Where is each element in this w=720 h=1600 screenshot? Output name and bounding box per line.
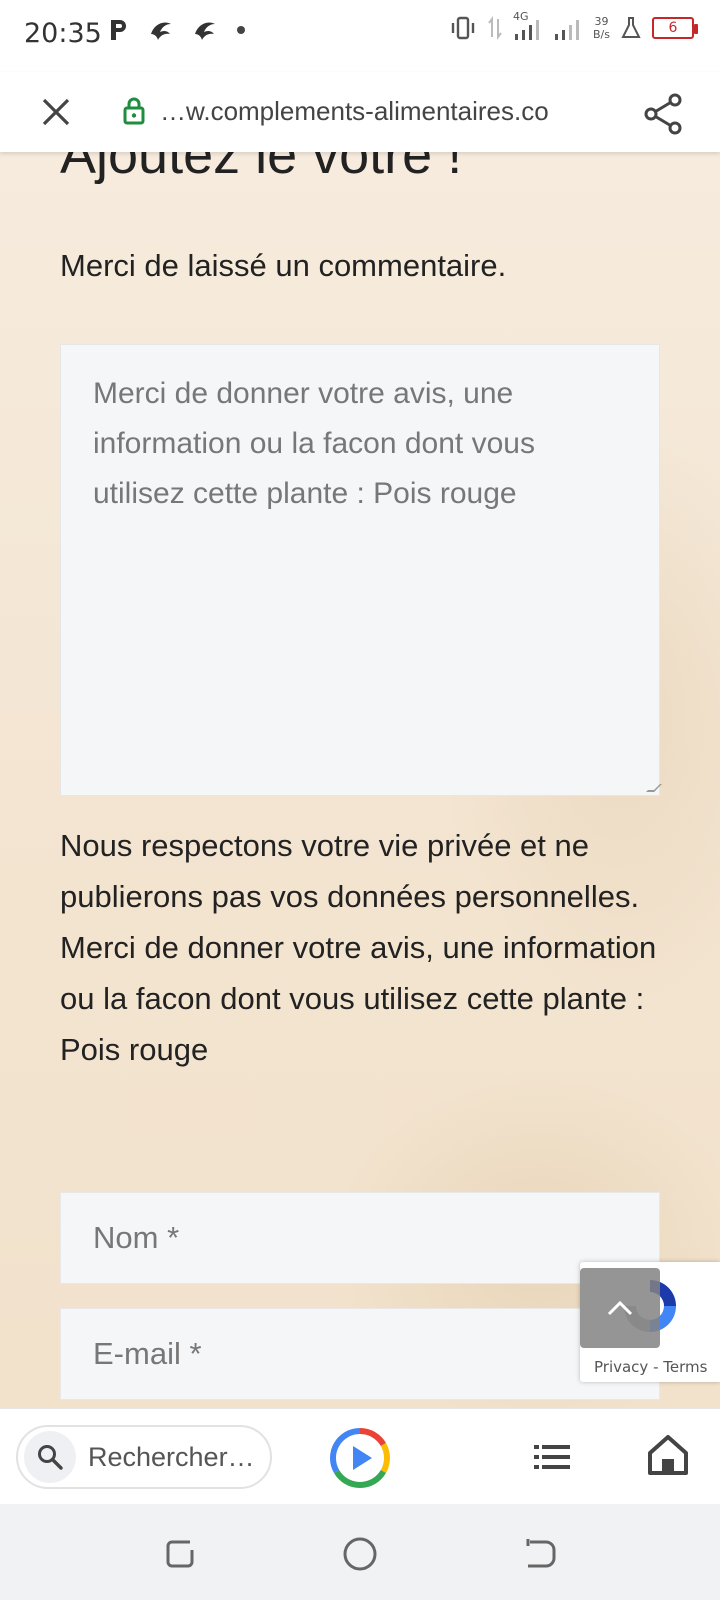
- bird-app-icon-2: [195, 22, 215, 40]
- status-right-icons: 4G 39 B/s 6: [449, 10, 698, 42]
- parking-app-icon: [111, 20, 126, 40]
- name-placeholder: Nom *: [93, 1220, 180, 1255]
- email-placeholder: E-mail *: [93, 1336, 202, 1371]
- network-speed-value: 39: [594, 15, 609, 28]
- recaptcha-terms-link[interactable]: Terms: [663, 1358, 707, 1376]
- search-icon: [38, 1445, 63, 1470]
- url-text[interactable]: …w.complements-alimentaires.co: [160, 96, 549, 127]
- notification-icons: [108, 18, 246, 42]
- lock-icon: [123, 97, 145, 125]
- search-button[interactable]: [24, 1431, 76, 1483]
- page-heading: Ajoutez le votre !: [60, 152, 463, 185]
- vibrate-icon: [451, 16, 475, 40]
- network-speed: 39 B/s: [593, 15, 610, 41]
- data-transfer-icon: [488, 16, 502, 40]
- home-button[interactable]: [644, 1431, 692, 1479]
- back-nav-button[interactable]: [520, 1534, 560, 1574]
- play-icon: [330, 1427, 390, 1489]
- privacy-notice: Nous respectons votre vie privée et ne p…: [60, 820, 680, 1075]
- back-to-top-button[interactable]: [580, 1268, 660, 1348]
- signal-4g: 4G: [513, 10, 543, 42]
- list-menu-button[interactable]: [530, 1435, 574, 1479]
- bird-app-icon: [151, 22, 171, 40]
- recaptcha-links: Privacy - Terms: [594, 1358, 707, 1376]
- signal-strength-icon: [515, 20, 540, 40]
- battery-level: 6: [668, 20, 678, 36]
- flask-icon: [621, 17, 641, 38]
- comment-placeholder: Merci de donner votre avis, une informat…: [93, 377, 535, 510]
- browser-top-bar: …w.complements-alimentaires.co: [0, 72, 720, 152]
- name-field[interactable]: Nom *: [60, 1192, 660, 1284]
- list-icon: [534, 1445, 570, 1469]
- intro-text: Merci de laissé un commentaire.: [60, 248, 507, 283]
- recent-apps-button[interactable]: [160, 1534, 200, 1574]
- close-tab-button[interactable]: [36, 92, 76, 132]
- network-speed-unit: B/s: [593, 28, 610, 41]
- comment-textarea[interactable]: Merci de donner votre avis, une informat…: [60, 344, 660, 796]
- system-navigation-bar: [0, 1504, 720, 1600]
- recaptcha-privacy-link[interactable]: Privacy: [594, 1358, 648, 1376]
- share-icon: [644, 93, 682, 135]
- close-icon: [42, 98, 70, 126]
- privacy-line-1: Nous respectons votre vie privée et ne p…: [60, 828, 640, 914]
- status-time: 20:35: [24, 18, 102, 49]
- home-nav-button[interactable]: [340, 1534, 380, 1574]
- recent-apps-icon: [166, 1540, 194, 1568]
- chevron-up-icon: [607, 1300, 633, 1316]
- browser-bottom-bar: Rechercher…: [0, 1408, 720, 1504]
- status-bar: 20:35 4G 39 B/s 6: [0, 0, 720, 72]
- battery-indicator: 6: [652, 17, 698, 39]
- share-button[interactable]: [642, 92, 686, 136]
- email-field[interactable]: E-mail *: [60, 1308, 660, 1400]
- search-box[interactable]: Rechercher…: [16, 1425, 272, 1489]
- circle-home-icon: [343, 1537, 377, 1571]
- more-notifications-dot-icon: [237, 26, 245, 34]
- play-button[interactable]: [329, 1427, 391, 1489]
- signal-strength-icon-2: [555, 20, 580, 40]
- privacy-line-2: Merci de donner votre avis, une informat…: [60, 930, 657, 1067]
- search-placeholder: Rechercher…: [88, 1441, 255, 1472]
- page-content: Ajoutez le votre ! Merci de laissé un co…: [0, 152, 720, 1408]
- recaptcha-separator: -: [653, 1358, 659, 1376]
- home-icon: [648, 1435, 688, 1475]
- back-icon: [526, 1539, 556, 1568]
